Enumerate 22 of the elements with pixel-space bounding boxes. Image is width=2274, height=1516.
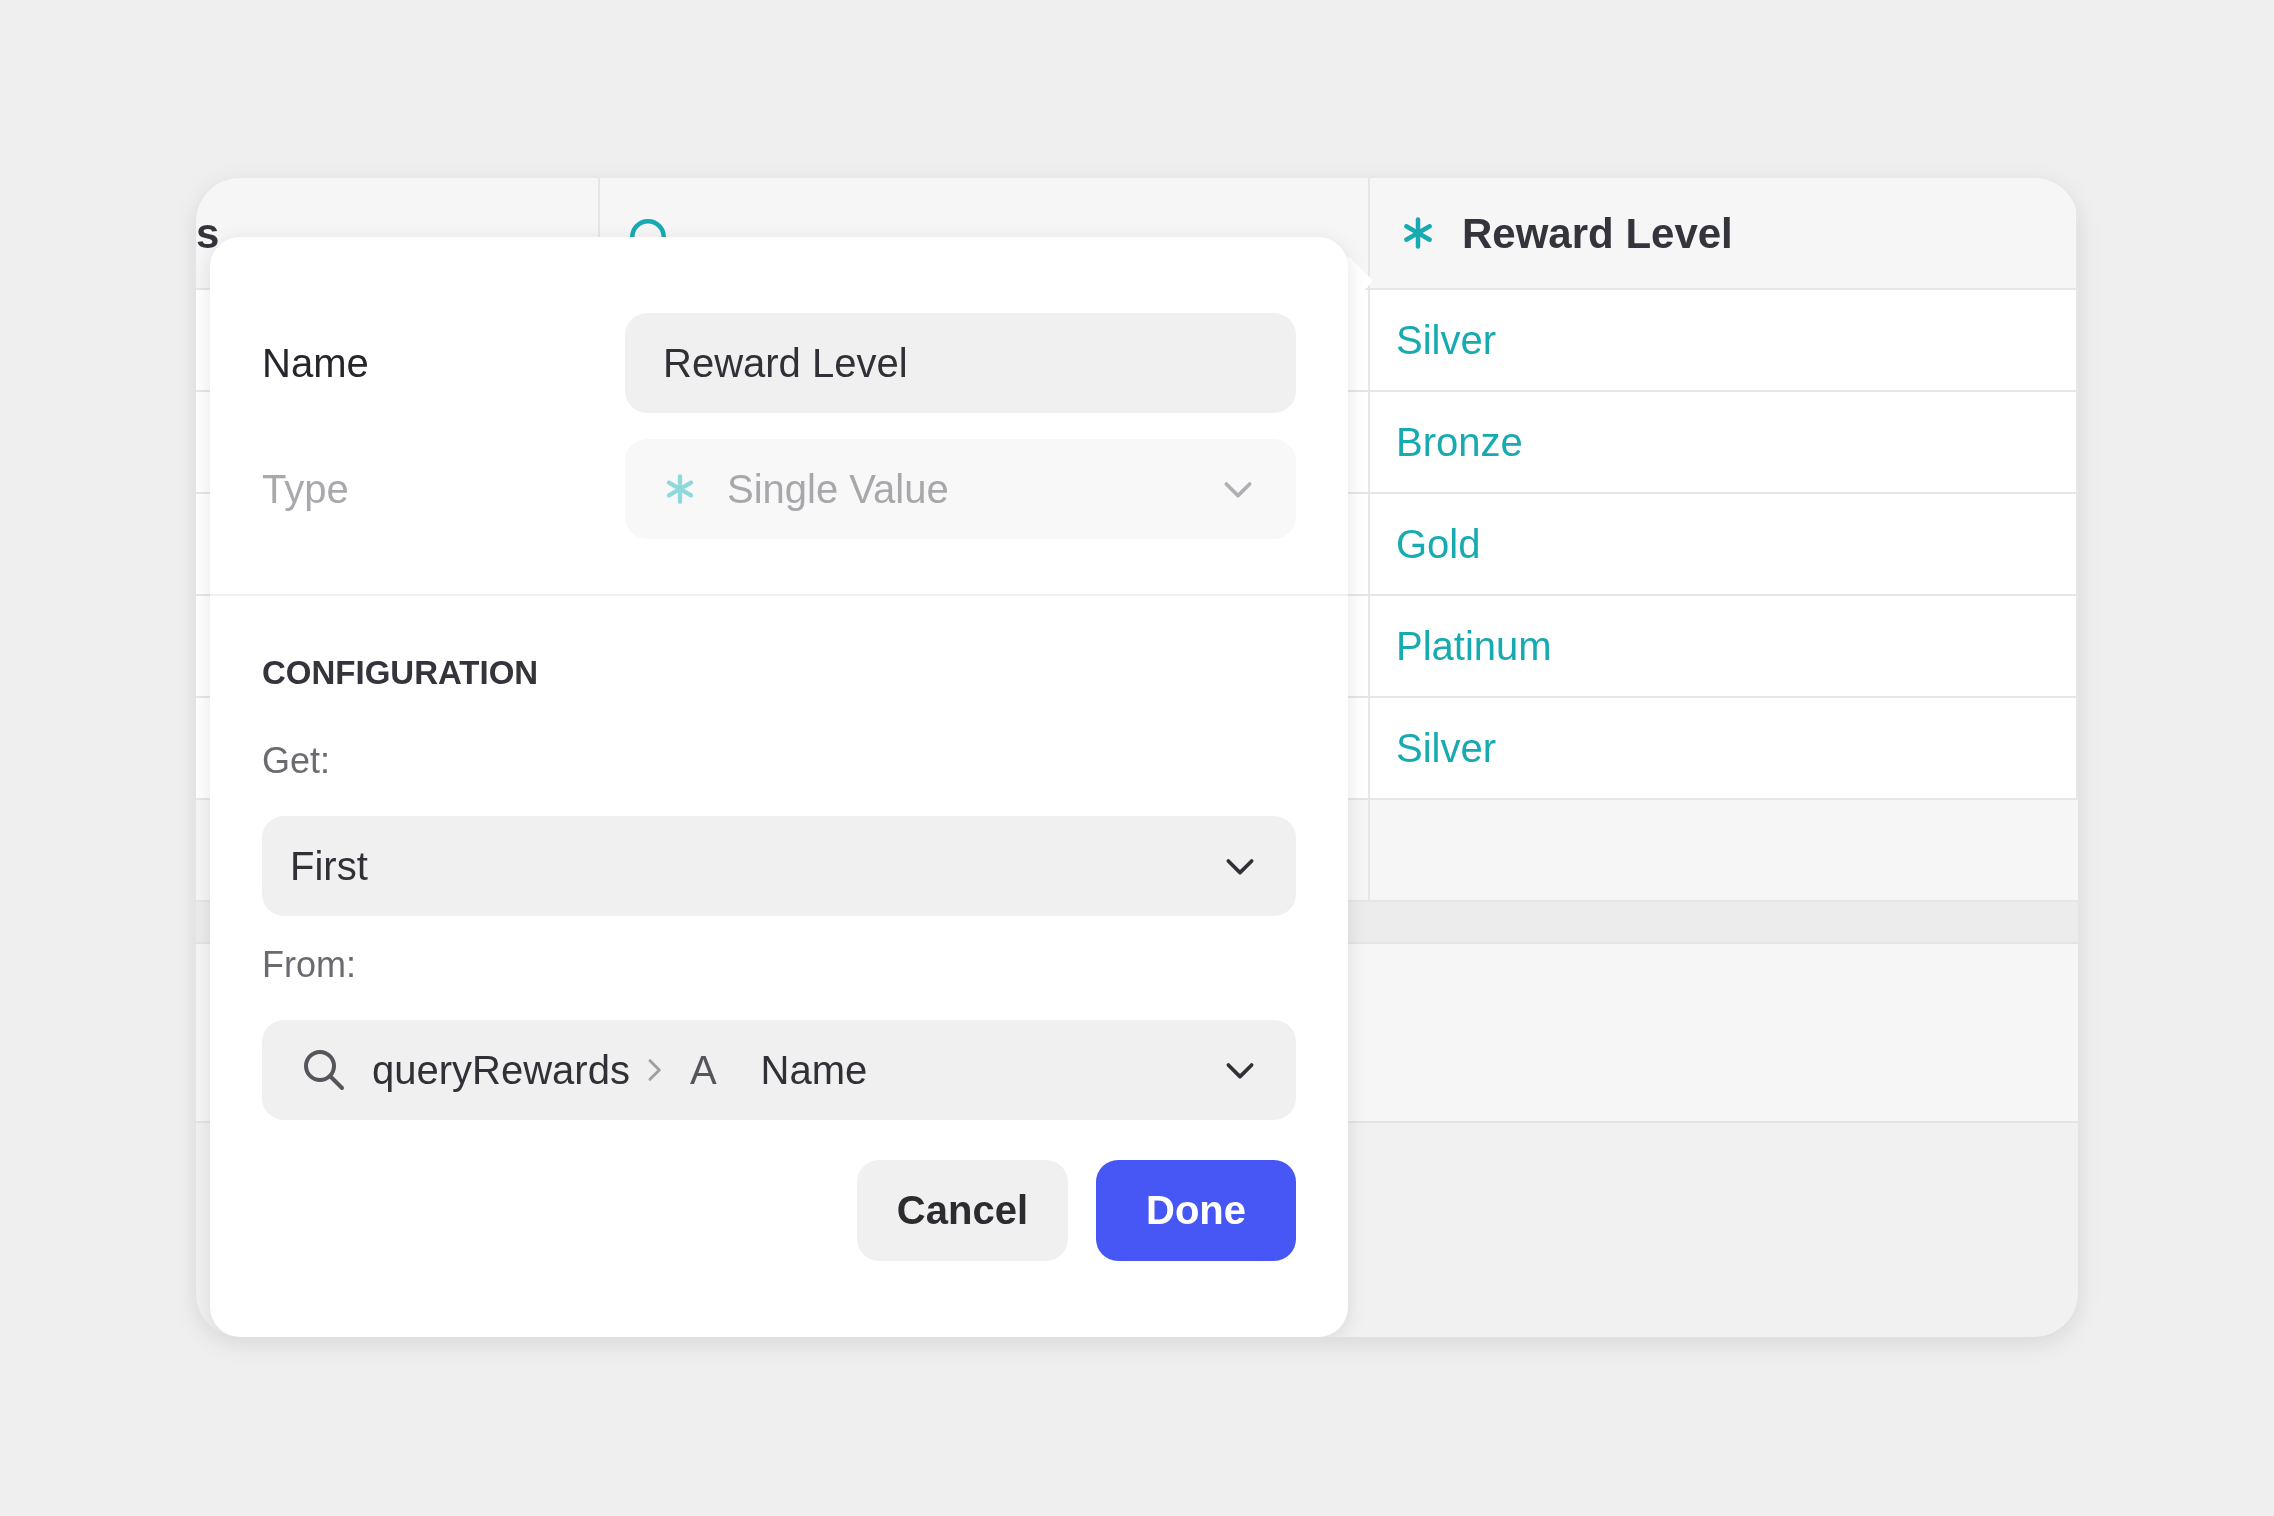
field-label: Name bbox=[262, 340, 370, 387]
name-field[interactable]: Reward Level bbox=[625, 313, 1296, 413]
section-title: CONFIGURATION bbox=[262, 653, 540, 693]
get-select[interactable]: First bbox=[262, 815, 1296, 916]
field-label: From: bbox=[262, 942, 357, 987]
table-cell: Silver bbox=[1370, 290, 2078, 392]
done-button[interactable]: Done bbox=[1096, 1159, 1296, 1261]
table-cell: Bronze bbox=[1370, 392, 2078, 494]
table-cell: Silver bbox=[1370, 698, 2078, 800]
header-label: Reward Level bbox=[1462, 208, 1733, 259]
field-label: Type bbox=[262, 466, 350, 513]
field-label: Get: bbox=[262, 738, 332, 783]
from-select[interactable]: queryRewards A Name bbox=[262, 1019, 1296, 1120]
select-value: First bbox=[290, 842, 369, 890]
table-cell: Gold bbox=[1370, 494, 2078, 596]
table-cell: Platinum bbox=[1370, 596, 2078, 698]
text-type-icon: A bbox=[689, 1039, 717, 1100]
field-name: Name bbox=[760, 1046, 869, 1094]
select-value: Single Value bbox=[727, 466, 950, 513]
header-label: s bbox=[196, 208, 220, 259]
source-name: queryRewards bbox=[372, 1046, 630, 1094]
cancel-button[interactable]: Cancel bbox=[856, 1159, 1068, 1261]
